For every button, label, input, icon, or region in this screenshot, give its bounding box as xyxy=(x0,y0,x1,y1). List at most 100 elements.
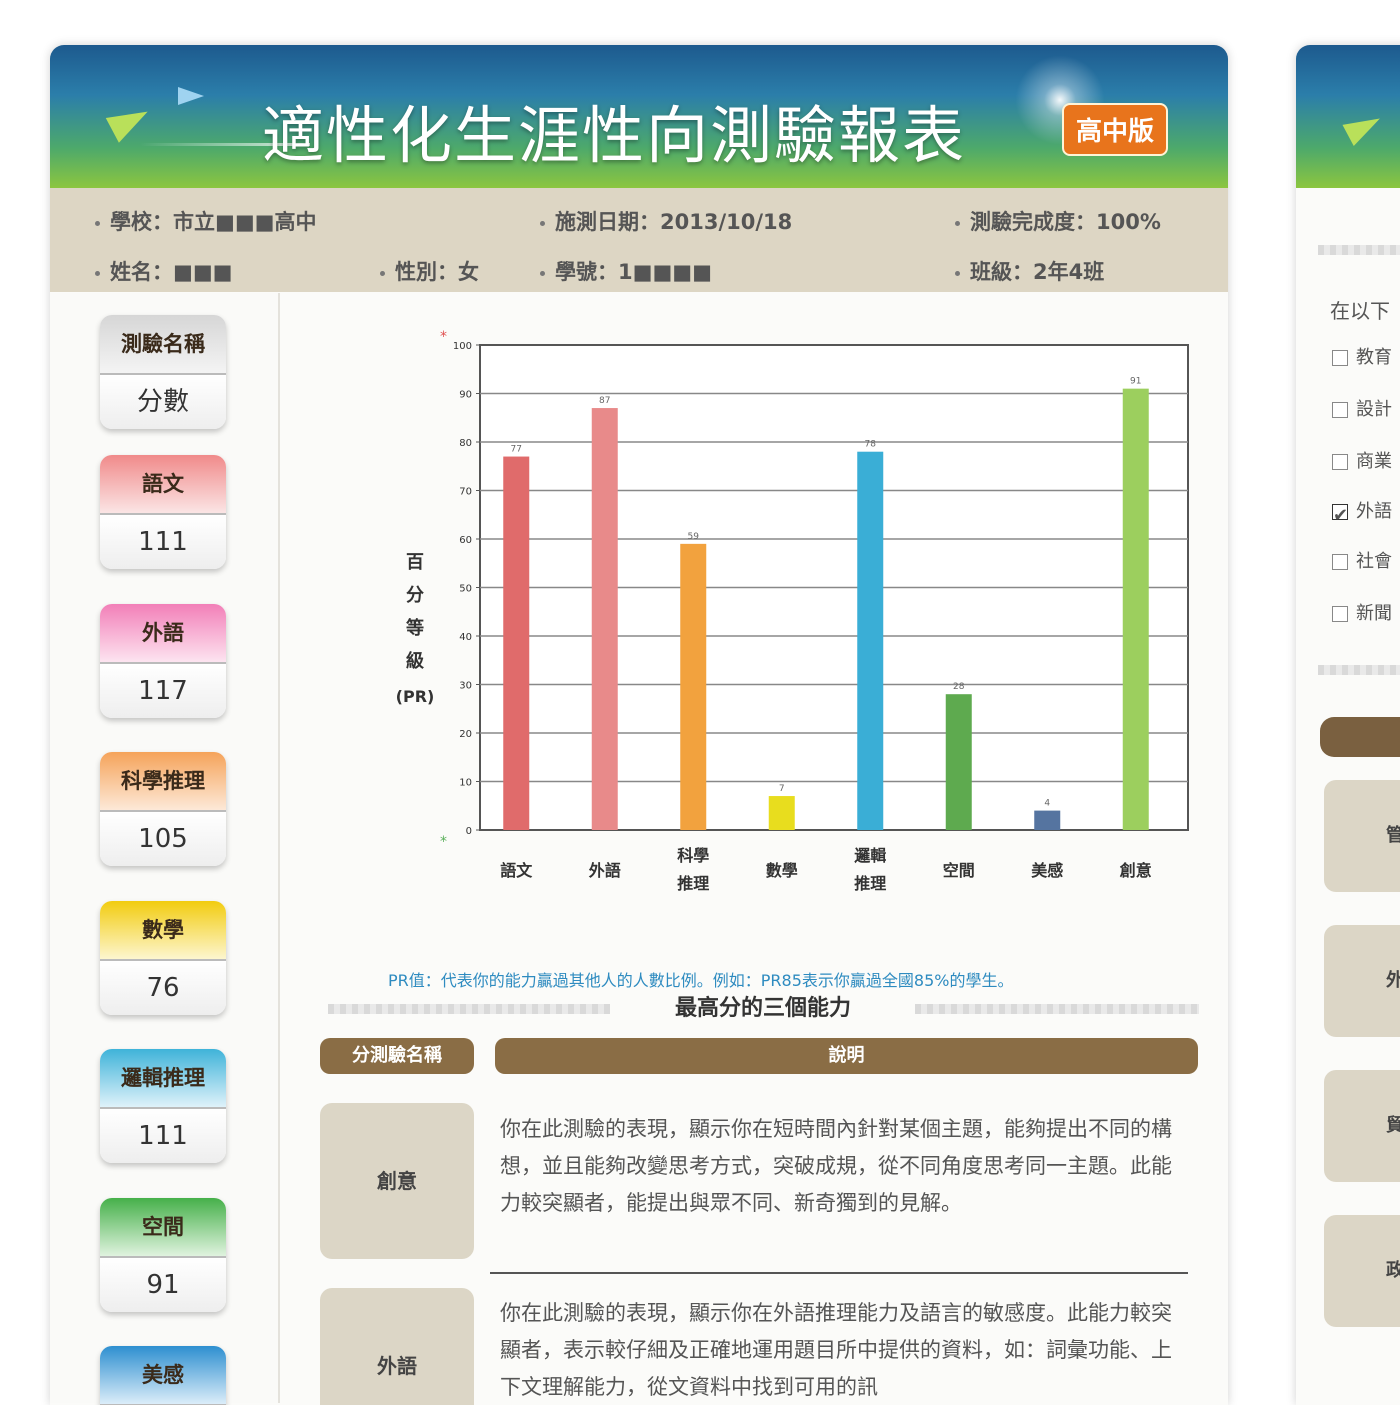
score-card-label: 美感 xyxy=(100,1346,226,1405)
info-name: 姓名：■■■ xyxy=(95,256,233,286)
score-card-value: 91 xyxy=(100,1257,226,1312)
y-tick-label: 70 xyxy=(459,487,472,498)
info-school: 學校：市立■■■高中 xyxy=(95,206,317,236)
y-top-marker: * xyxy=(440,329,447,345)
info-class: 班級：2年4班 xyxy=(955,256,1104,286)
y-tick-label: 100 xyxy=(453,341,472,352)
score-card-value: 111 xyxy=(100,1109,226,1163)
category-box: 外 xyxy=(1324,925,1400,1037)
section-rule-left xyxy=(328,1004,610,1014)
x-category-label: 推理 xyxy=(677,874,709,893)
paper-plane-icon xyxy=(1342,107,1386,147)
y-tick-label: 80 xyxy=(459,438,472,449)
score-card: 空間 91 xyxy=(100,1197,226,1312)
category-box: 管 xyxy=(1324,780,1400,892)
score-card: 邏輯推理 111 xyxy=(100,1049,226,1163)
chart-svg: 0 10 20 30 40 50 60 70 80 90 100 * * 百分等級 (PR) 77 語文 87 外語… xyxy=(396,329,1189,893)
checkbox[interactable] xyxy=(1332,402,1348,418)
score-header-card: 測驗名稱 分數 xyxy=(100,315,226,429)
x-category-label: 創意 xyxy=(1119,861,1152,880)
y-axis-label: 等 xyxy=(406,617,424,639)
bar-value-label: 59 xyxy=(688,532,700,542)
report-title: 適性化生涯性向測驗報表 xyxy=(262,99,967,172)
top3-title: 最高分的三個能力 xyxy=(675,996,852,1021)
edition-badge: 高中版 xyxy=(1062,103,1169,156)
score-card: 美感 xyxy=(100,1346,226,1405)
y-tick-label: 60 xyxy=(459,535,472,546)
x-category-label: 空間 xyxy=(943,861,975,880)
interest-option[interactable]: 教育 xyxy=(1332,343,1392,369)
bar-value-label: 87 xyxy=(599,396,610,406)
bar xyxy=(1122,388,1149,830)
bar xyxy=(768,796,795,830)
report-card: 適性化生涯性向測驗報表 高中版 學校：市立■■■高中 施測日期：2013/10/… xyxy=(50,45,1228,1405)
ability-name-2: 外語 xyxy=(320,1288,474,1405)
interest-option[interactable]: 設計 xyxy=(1332,395,1392,421)
y-tick-label: 90 xyxy=(459,390,472,401)
score-card-label: 空間 xyxy=(100,1197,226,1258)
bar-value-label: 28 xyxy=(953,682,965,692)
y-tick-label: 0 xyxy=(466,826,472,837)
y-tick-label: 30 xyxy=(459,681,472,692)
ability-desc-2: 你在此測驗的表現，顯示你在外語推理能力及語言的敏感度。此能力較突顯者，表示較仔細… xyxy=(500,1301,1172,1399)
ability-name-1: 創意 xyxy=(320,1103,474,1259)
next-page-card: 在以下 教育 設計 商業 ✔外語 社會 新聞 學 管 外 貿易 政 xyxy=(1296,45,1400,1405)
section-rule xyxy=(1318,245,1400,255)
score-card: 數學 76 xyxy=(100,900,226,1015)
checkbox[interactable] xyxy=(1332,454,1348,470)
y-tick-label: 20 xyxy=(459,729,472,740)
score-card-value: 76 xyxy=(100,960,226,1015)
pr-note: PR值：代表你的能力贏過其他人的人數比例。例如：PR85表示你贏過全國85%的學… xyxy=(388,971,1014,990)
x-category-label: 邏輯 xyxy=(854,846,886,865)
y-tick-label: 10 xyxy=(459,778,472,789)
category-box: 政 xyxy=(1324,1215,1400,1327)
checkbox-checked[interactable]: ✔ xyxy=(1332,504,1348,526)
interest-option[interactable]: 新聞 xyxy=(1332,599,1392,625)
section-rule-right xyxy=(915,1004,1199,1014)
interest-option[interactable]: 社會 xyxy=(1332,547,1392,573)
bar xyxy=(503,456,530,830)
checkbox[interactable] xyxy=(1332,350,1348,366)
bar xyxy=(680,543,707,830)
category-box: 貿易 xyxy=(1324,1070,1400,1182)
score-header-card-label: 測驗名稱 xyxy=(100,315,226,375)
top3-section-header: 最高分的三個能力 xyxy=(50,990,1228,1021)
score-card: 語文 111 xyxy=(100,455,226,569)
info-student-no: 學號：1■■■■ xyxy=(540,256,712,286)
bar xyxy=(1034,810,1061,830)
x-category-label: 推理 xyxy=(854,874,886,893)
y-axis-label: 百 xyxy=(406,552,424,573)
x-category-label: 語文 xyxy=(500,861,533,880)
info-completion: 測驗完成度：100% xyxy=(955,206,1161,236)
col-header-description: 說明 xyxy=(495,1038,1198,1074)
y-bottom-marker: * xyxy=(440,834,447,850)
y-axis-label: 級 xyxy=(406,650,424,672)
bar xyxy=(857,451,884,830)
bar xyxy=(591,408,618,830)
paper-plane-small-icon xyxy=(178,87,204,105)
interest-question: 在以下 xyxy=(1330,299,1390,323)
interest-option[interactable]: ✔ 外語 xyxy=(1332,497,1392,526)
checkbox[interactable] xyxy=(1332,554,1348,570)
col-header-test-name: 分測驗名稱 xyxy=(320,1038,474,1074)
section-rule xyxy=(1318,665,1400,675)
pr-bar-chart: 0 10 20 30 40 50 60 70 80 90 100 * * 百分等級 (PR) 77 語文 87 外語… xyxy=(280,293,1228,973)
bar-value-label: 7 xyxy=(779,784,785,794)
row-divider xyxy=(490,1272,1188,1274)
student-info-panel: 學校：市立■■■高中 施測日期：2013/10/18 測驗完成度：100% 姓名… xyxy=(50,188,1228,292)
score-card-value: 111 xyxy=(100,515,226,569)
score-card: 外語 117 xyxy=(100,603,226,718)
score-card-label: 外語 xyxy=(100,603,226,664)
y-axis-label: (PR) xyxy=(396,687,435,706)
ability-desc-1: 你在此測驗的表現，顯示你在短時間內針對某個主題，能夠提出不同的構想，並且能夠改變… xyxy=(500,1117,1172,1215)
y-tick-label: 40 xyxy=(459,632,472,643)
bar-value-label: 78 xyxy=(865,440,877,450)
interest-option[interactable]: 商業 xyxy=(1332,447,1392,473)
checkbox[interactable] xyxy=(1332,606,1348,622)
bar-value-label: 77 xyxy=(511,445,522,455)
column-header-pill: 學 xyxy=(1320,717,1400,757)
info-test-date: 施測日期：2013/10/18 xyxy=(540,206,792,236)
paper-plane-icon xyxy=(105,99,155,143)
x-category-label: 外語 xyxy=(588,861,621,880)
y-axis-label: 分 xyxy=(406,585,424,606)
